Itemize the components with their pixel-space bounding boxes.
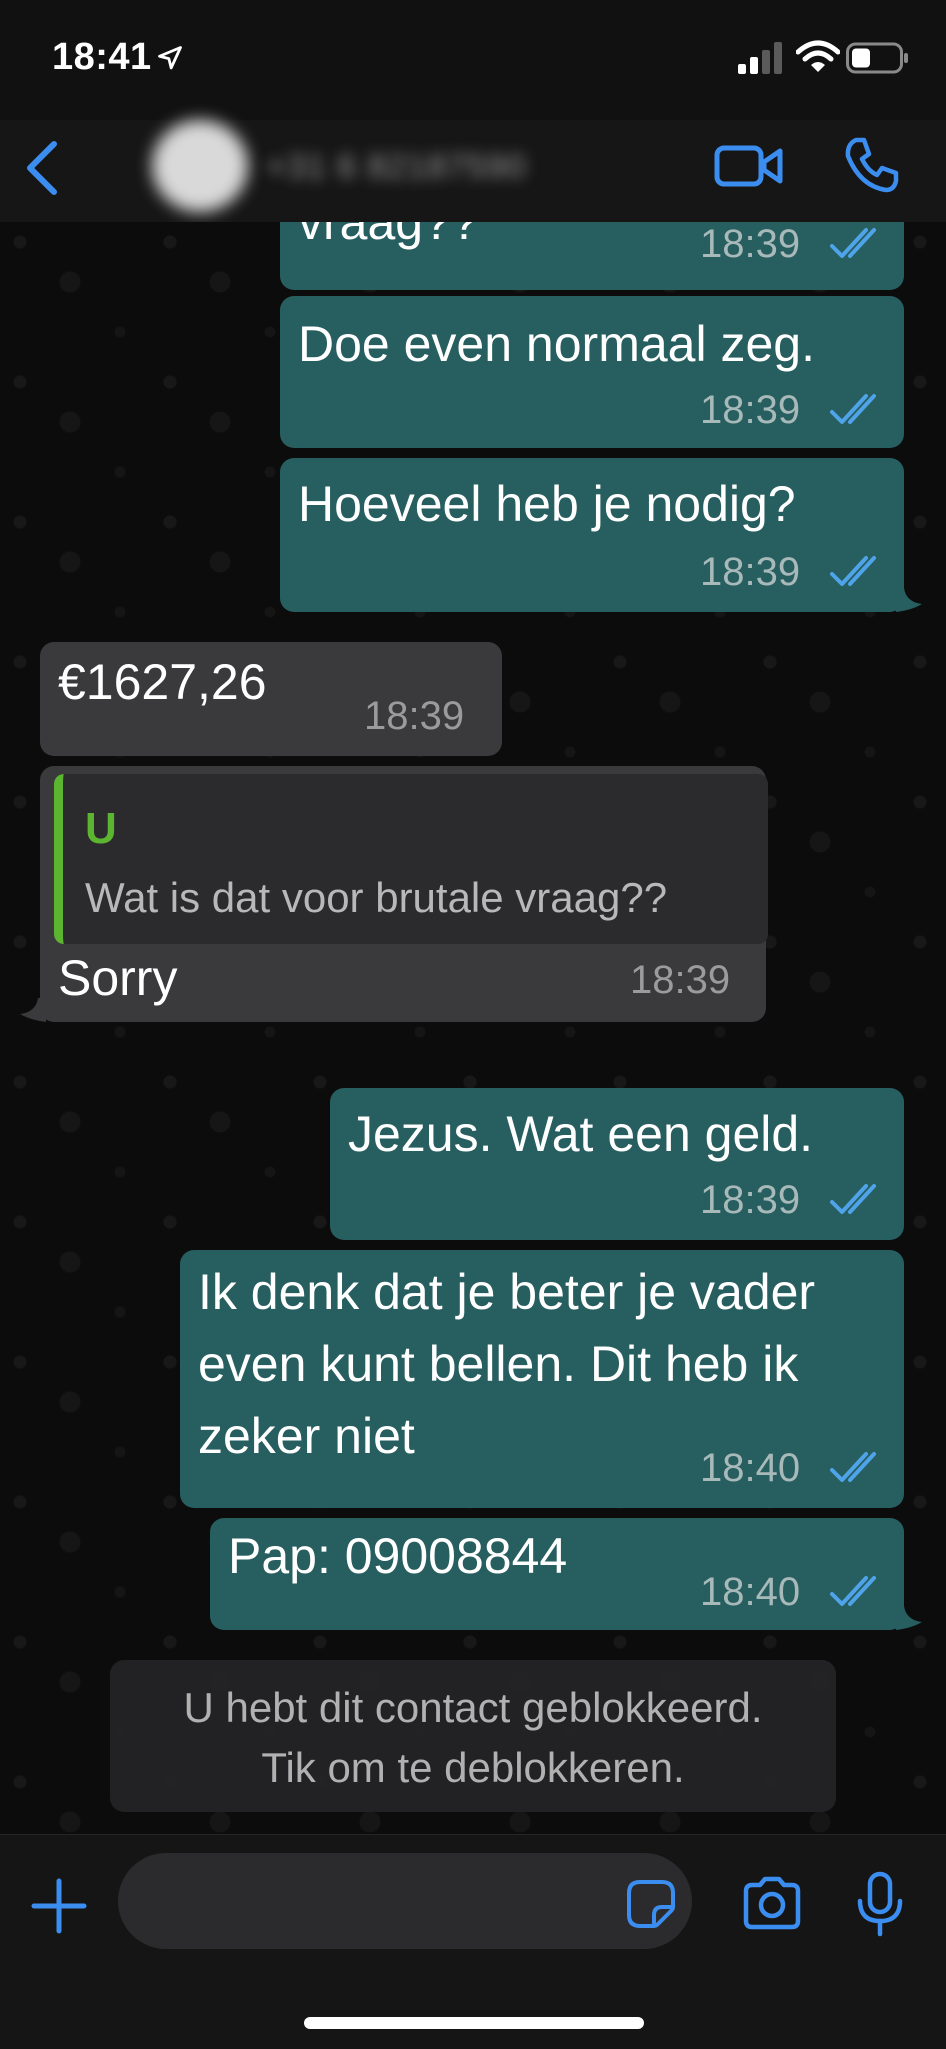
- outgoing-message[interactable]: Ik denk dat je beter je vader even kunt …: [180, 1250, 904, 1508]
- cell-signal-icon: [738, 42, 782, 74]
- plus-icon[interactable]: [30, 1877, 88, 1935]
- message-text-line: zeker niet: [198, 1408, 415, 1464]
- message-input-bar: [0, 1834, 946, 2049]
- incoming-message[interactable]: €1627,26 18:39: [40, 642, 502, 756]
- message-text-line: even kunt bellen. Dit heb ik: [198, 1336, 799, 1392]
- message-text: Doe even normaal zeg.: [298, 316, 815, 372]
- status-time: 18:41: [52, 36, 152, 78]
- blocked-contact-notice[interactable]: U hebt dit contact geblokkeerd. Tik om t…: [110, 1660, 836, 1812]
- outgoing-message[interactable]: Jezus. Wat een geld. 18:39: [330, 1088, 904, 1240]
- chat-area[interactable]: vraag?? 18:39 Doe even normaal zeg. 18:3…: [0, 222, 946, 1834]
- microphone-icon[interactable]: [852, 1871, 908, 1937]
- chat-header: +31 6 82187590: [0, 120, 946, 223]
- message-text: Jezus. Wat een geld.: [348, 1106, 814, 1162]
- outgoing-message[interactable]: Doe even normaal zeg. 18:39: [280, 296, 904, 448]
- message-input[interactable]: [118, 1853, 692, 1949]
- quoted-message[interactable]: U Wat is dat voor brutale vraag??: [54, 774, 768, 944]
- incoming-message[interactable]: U Wat is dat voor brutale vraag?? Sorry …: [40, 766, 768, 1022]
- contact-avatar[interactable]: [152, 120, 248, 212]
- message-text-line: Ik denk dat je beter je vader: [198, 1264, 816, 1320]
- read-receipt-icon: [830, 228, 876, 258]
- sticker-icon[interactable]: [626, 1879, 676, 1929]
- outgoing-message[interactable]: Hoeveel heb je nodig? 18:39: [280, 458, 904, 612]
- message-time: 18:39: [630, 958, 731, 1002]
- bubble-tail: [20, 998, 46, 1022]
- message-text: €1627,26: [58, 654, 267, 710]
- back-chevron-icon[interactable]: [18, 136, 66, 200]
- home-indicator: [304, 2017, 644, 2029]
- read-receipt-icon: [830, 556, 876, 586]
- status-bar: 18:41: [0, 0, 946, 120]
- contact-name[interactable]: +31 6 82187590: [266, 148, 527, 187]
- read-receipt-icon: [830, 394, 876, 424]
- location-arrow-icon: [158, 46, 182, 70]
- blocked-notice-line2: Tik om te deblokkeren.: [261, 1744, 685, 1791]
- read-receipt-icon: [830, 1184, 876, 1214]
- bubble-tail: [896, 1606, 922, 1630]
- message-time: 18:39: [364, 694, 465, 738]
- read-receipt-icon: [830, 1452, 876, 1482]
- message-time: 18:40: [700, 1570, 801, 1614]
- wifi-icon: [796, 40, 840, 72]
- message-time: 18:39: [700, 1178, 801, 1222]
- bubble-tail: [896, 588, 922, 612]
- quote-text: Wat is dat voor brutale vraag??: [85, 874, 668, 921]
- message-time: 18:40: [700, 1446, 801, 1490]
- camera-icon[interactable]: [742, 1875, 802, 1931]
- outgoing-message[interactable]: vraag?? 18:39: [280, 222, 904, 290]
- outgoing-message[interactable]: Pap: 09008844 18:40: [210, 1518, 904, 1630]
- battery-icon: [846, 42, 908, 74]
- read-receipt-icon: [830, 1576, 876, 1606]
- message-text: Sorry: [58, 950, 178, 1006]
- message-time: 18:39: [700, 388, 801, 432]
- quote-author: U: [85, 804, 117, 853]
- message-text: Hoeveel heb je nodig?: [298, 476, 796, 532]
- message-text: vraag??: [298, 222, 479, 250]
- video-call-icon[interactable]: [714, 140, 784, 192]
- message-text: Pap: 09008844: [228, 1528, 568, 1584]
- message-time: 18:39: [700, 550, 801, 594]
- message-time: 18:39: [700, 222, 801, 266]
- voice-call-icon[interactable]: [842, 136, 900, 194]
- blocked-notice-line1: U hebt dit contact geblokkeerd.: [183, 1684, 763, 1731]
